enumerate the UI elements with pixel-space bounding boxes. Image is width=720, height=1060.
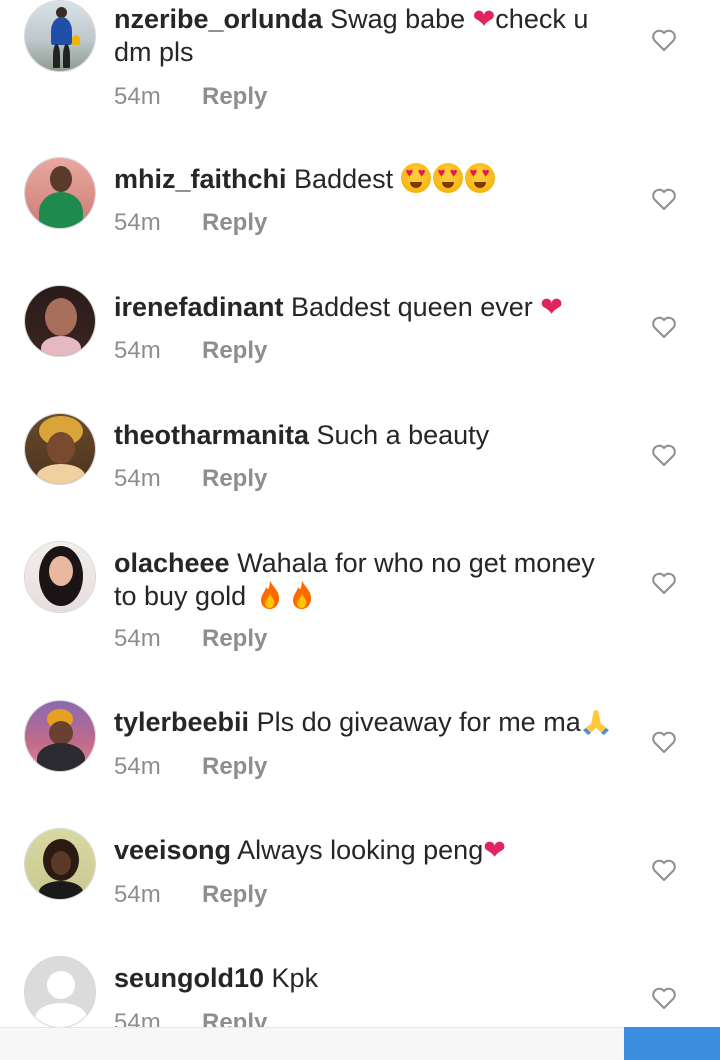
timestamp: 54m <box>114 881 161 908</box>
like-button[interactable] <box>651 315 677 339</box>
like-button[interactable] <box>651 986 677 1010</box>
reply-button[interactable]: Reply <box>202 753 267 780</box>
like-button[interactable] <box>651 443 677 467</box>
heart-outline-icon <box>652 572 676 594</box>
comment-text: Always looking peng <box>237 835 484 865</box>
avatar[interactable] <box>24 956 96 1028</box>
username[interactable]: tylerbeebii <box>114 707 249 737</box>
like-button[interactable] <box>651 571 677 595</box>
red-heart-icon: ❤ <box>472 4 496 34</box>
like-button[interactable] <box>651 858 677 882</box>
username[interactable]: nzeribe_orlunda <box>114 4 323 34</box>
like-button[interactable] <box>651 730 677 754</box>
heart-outline-icon <box>652 29 676 51</box>
username[interactable]: seungold10 <box>114 963 264 993</box>
comment-meta: 54m Reply <box>114 209 267 237</box>
heart-eyes-emoji-icon <box>432 163 463 193</box>
comment-meta: 54m Reply <box>114 83 267 111</box>
comment-meta: 54m Reply <box>114 465 267 493</box>
heart-eyes-emoji-icon <box>464 163 495 193</box>
fire-emoji-icon <box>292 581 311 609</box>
comment-body: nzeribe_orlunda Swag babe ❤check u dm pl… <box>114 3 624 69</box>
like-button[interactable] <box>651 28 677 52</box>
timestamp: 54m <box>114 625 161 652</box>
comment-meta: 54m Reply <box>114 881 267 909</box>
comment-text: Baddest queen ever <box>291 292 541 322</box>
timestamp: 54m <box>114 465 161 492</box>
reply-button[interactable]: Reply <box>202 337 267 364</box>
username[interactable]: irenefadinant <box>114 292 284 322</box>
post-button[interactable] <box>624 1027 720 1060</box>
username[interactable]: olacheee <box>114 548 230 578</box>
reply-button[interactable]: Reply <box>202 209 267 236</box>
timestamp: 54m <box>114 337 161 364</box>
comment-meta: 54m Reply <box>114 337 267 365</box>
comment-body: olacheee Wahala for who no get money to … <box>114 547 624 613</box>
folded-hands-emoji-icon <box>582 710 609 735</box>
avatar[interactable] <box>24 157 96 229</box>
comment-meta: 54m Reply <box>114 753 267 781</box>
heart-eyes-emoji-icon <box>400 163 431 193</box>
avatar[interactable] <box>24 0 96 72</box>
heart-outline-icon <box>652 859 676 881</box>
timestamp: 54m <box>114 753 161 780</box>
comment-input-bar[interactable] <box>0 1027 720 1060</box>
heart-outline-icon <box>652 188 676 210</box>
fire-emoji-icon <box>260 581 279 609</box>
comment-body: seungold10 Kpk <box>114 962 624 995</box>
reply-button[interactable]: Reply <box>202 83 267 110</box>
timestamp: 54m <box>114 209 161 236</box>
comment-body: irenefadinant Baddest queen ever ❤ <box>114 291 624 324</box>
avatar[interactable] <box>24 700 96 772</box>
username[interactable]: mhiz_faithchi <box>114 164 287 194</box>
comment-meta: 54m Reply <box>114 625 267 653</box>
red-heart-icon: ❤ <box>540 292 563 322</box>
avatar[interactable] <box>24 541 96 613</box>
comment-body: veeisong Always looking peng❤ <box>114 834 624 867</box>
avatar[interactable] <box>24 828 96 900</box>
comment-text: Swag babe <box>330 4 473 34</box>
comment-text: Pls do giveaway for me ma <box>256 707 581 737</box>
heart-outline-icon <box>652 316 676 338</box>
avatar[interactable] <box>24 285 96 357</box>
heart-outline-icon <box>652 987 676 1009</box>
comment-text: Such a beauty <box>316 420 490 450</box>
comment-text: Kpk <box>271 963 319 993</box>
reply-button[interactable]: Reply <box>202 625 267 652</box>
heart-outline-icon <box>652 731 676 753</box>
like-button[interactable] <box>651 187 677 211</box>
comment-body: theotharmanita Such a beauty <box>114 419 624 452</box>
username[interactable]: veeisong <box>114 835 231 865</box>
comment-body: tylerbeebii Pls do giveaway for me ma <box>114 706 624 739</box>
reply-button[interactable]: Reply <box>202 465 267 492</box>
heart-outline-icon <box>652 444 676 466</box>
avatar[interactable] <box>24 413 96 485</box>
comment-text: Baddest <box>294 164 401 194</box>
timestamp: 54m <box>114 83 161 110</box>
comment-body: mhiz_faithchi Baddest <box>114 163 624 196</box>
reply-button[interactable]: Reply <box>202 881 267 908</box>
default-avatar-icon <box>47 971 75 999</box>
username[interactable]: theotharmanita <box>114 420 309 450</box>
red-heart-icon: ❤ <box>483 835 506 865</box>
